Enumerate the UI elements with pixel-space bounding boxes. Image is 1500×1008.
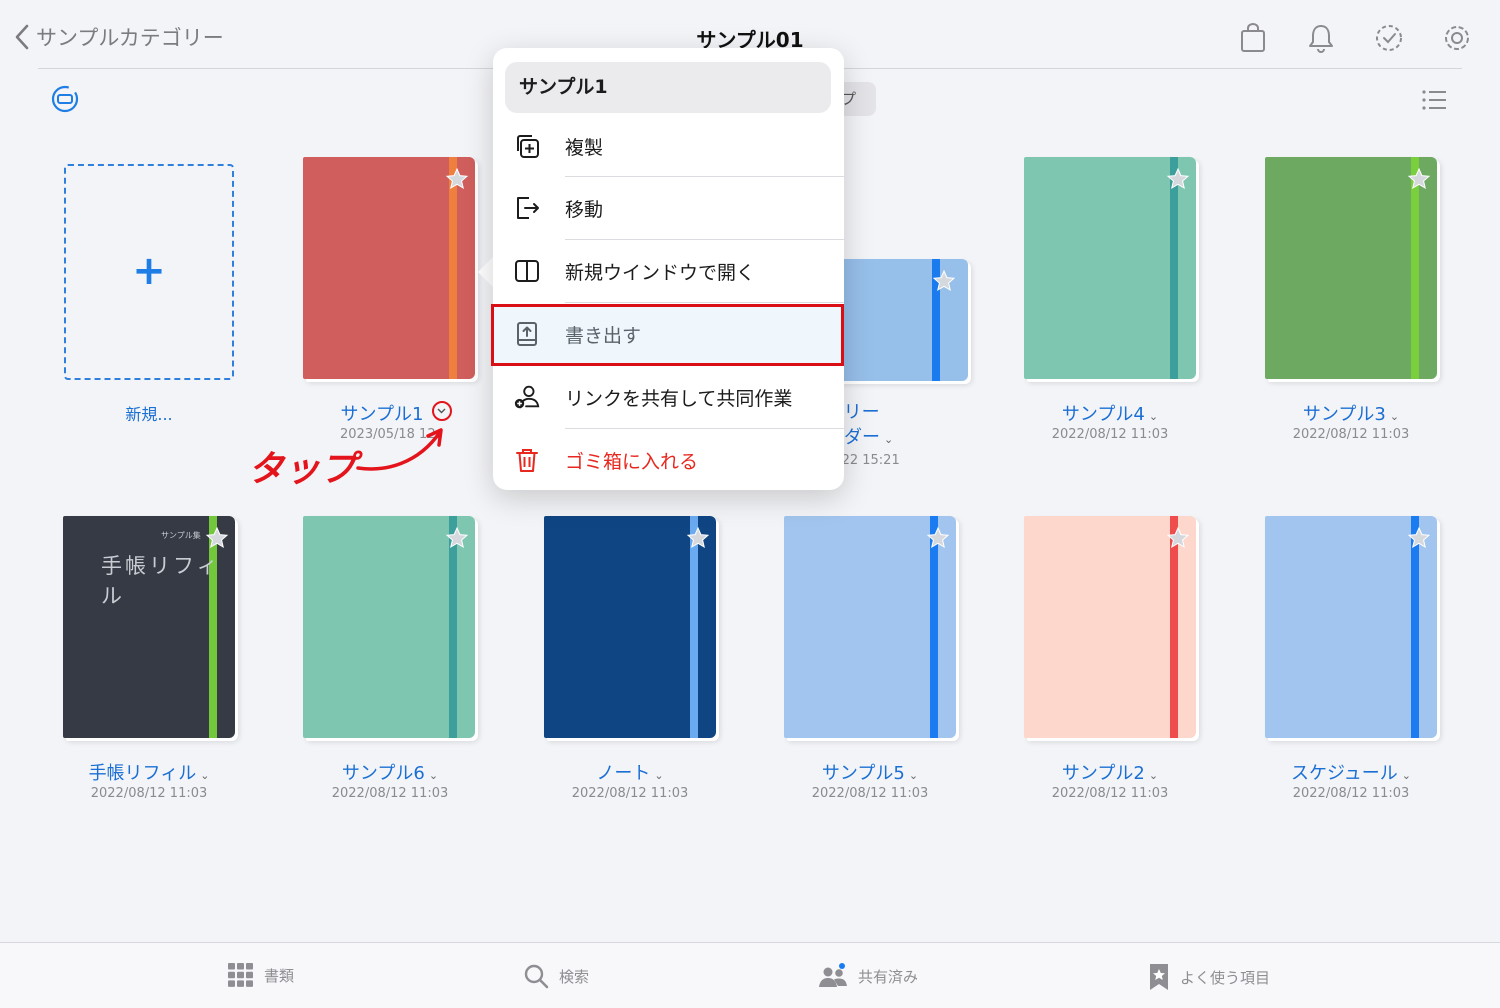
tab-shared[interactable]: 共有済み: [818, 963, 918, 989]
context-menu: サンプル1 複製 移動 新規ウインドウで開く 書き出す リンクを共有して共同作業: [493, 48, 844, 490]
book-schedule[interactable]: [1265, 516, 1443, 742]
list-view-icon[interactable]: [1420, 86, 1448, 114]
book-date: 2022/08/12 11:03: [1051, 427, 1169, 442]
book-name: スケジュール: [1291, 763, 1398, 784]
chevron-down-icon[interactable]: ⌄: [1149, 769, 1158, 782]
book-date: 2022/08/12 11:03: [811, 786, 929, 801]
tab-label: よく使う項目: [1180, 968, 1271, 987]
book-note[interactable]: [544, 516, 722, 742]
new-document-label[interactable]: 新規...: [64, 401, 234, 425]
book-date: 2022/08/12 11:03: [331, 786, 449, 801]
tab-label: 書類: [264, 966, 295, 985]
cover-small-text: サンプル集: [161, 531, 201, 540]
book-name: サンプル6: [341, 763, 425, 784]
chevron-down-icon: [437, 408, 446, 414]
chevron-down-icon[interactable]: ⌄: [654, 769, 663, 782]
book-date: 2022/08/12 11:03: [1292, 786, 1410, 801]
star-icon[interactable]: [205, 526, 229, 550]
menu-item-label: 移動: [565, 198, 604, 221]
select-mode-icon[interactable]: [50, 84, 80, 114]
menu-item-label: 複製: [565, 136, 604, 159]
star-icon[interactable]: [926, 526, 950, 550]
book-label[interactable]: スケジュール ⌄ 2022/08/12 11:03: [1241, 759, 1461, 801]
bookmark-star-icon: [1148, 963, 1170, 991]
book-sample5[interactable]: [784, 516, 962, 742]
book-sample1[interactable]: [303, 157, 481, 383]
star-icon[interactable]: [932, 269, 956, 293]
menu-item-trash[interactable]: ゴミ箱に入れる: [493, 429, 844, 491]
chevron-down-icon[interactable]: ⌄: [1402, 769, 1411, 782]
tab-label: 検索: [559, 967, 590, 986]
book-sample4[interactable]: [1024, 157, 1202, 383]
star-icon[interactable]: [1407, 526, 1431, 550]
menu-item-label: 新規ウインドウで開く: [565, 261, 756, 284]
menu-item-label: ゴミ箱に入れる: [565, 450, 699, 473]
annotation-arrow: [356, 428, 443, 471]
search-icon: [523, 963, 549, 989]
chevron-down-icon[interactable]: ⌄: [884, 433, 893, 446]
duplicate-icon: [513, 132, 541, 160]
menu-item-new-window[interactable]: 新規ウインドウで開く: [493, 240, 844, 302]
chevron-down-icon[interactable]: ⌄: [1149, 410, 1158, 423]
menu-caret: [478, 256, 494, 288]
book-name: サンプル4: [1061, 404, 1145, 425]
book-date: 2022/08/12 11:03: [90, 786, 208, 801]
menu-item-label: リンクを共有して共同作業: [565, 387, 793, 410]
new-window-icon: [513, 257, 541, 285]
book-label[interactable]: サンプル6 ⌄ 2022/08/12 11:03: [280, 759, 500, 801]
book-label[interactable]: ノート ⌄ 2022/08/12 11:03: [520, 759, 740, 801]
trash-icon: [513, 446, 541, 474]
menu-header: サンプル1: [505, 62, 831, 113]
star-icon[interactable]: [445, 167, 469, 191]
gear-icon[interactable]: [1438, 20, 1476, 56]
check-circle-icon[interactable]: [1370, 20, 1408, 56]
book-label[interactable]: サンプル3 ⌄ 2022/08/12 11:03: [1241, 400, 1461, 442]
book-label[interactable]: サンプル5 ⌄ 2022/08/12 11:03: [760, 759, 980, 801]
book-sample3[interactable]: [1265, 157, 1443, 383]
book-date: 2022/08/12 11:03: [571, 786, 689, 801]
book-date: 2022/08/12 11:03: [1292, 427, 1410, 442]
star-icon[interactable]: [1407, 167, 1431, 191]
bell-icon[interactable]: [1302, 20, 1340, 56]
menu-item-duplicate[interactable]: 複製: [493, 115, 844, 177]
tab-search[interactable]: 検索: [523, 963, 589, 989]
new-document-tile[interactable]: +: [64, 164, 234, 380]
book-name: 手帳リフィル: [88, 763, 197, 784]
grid-icon: [228, 963, 254, 987]
book-techo-refill[interactable]: 手帳リフィル サンプル集: [63, 516, 241, 742]
export-highlight-box: [491, 304, 844, 366]
chevron-down-icon[interactable]: ⌄: [909, 769, 918, 782]
tab-documents[interactable]: 書類: [228, 963, 294, 987]
chevron-down-icon[interactable]: ⌄: [200, 769, 209, 782]
star-icon[interactable]: [1166, 167, 1190, 191]
star-icon[interactable]: [1166, 526, 1190, 550]
chevron-down-icon[interactable]: ⌄: [1390, 410, 1399, 423]
book-name: サンプル5: [821, 763, 905, 784]
people-icon: [818, 963, 848, 989]
tab-label: 共有済み: [858, 967, 919, 986]
bag-icon[interactable]: [1234, 20, 1272, 56]
share-collaborate-icon: [513, 383, 541, 411]
plus-icon: +: [132, 248, 166, 294]
tab-bar: 書類 検索 共有済み よく使う項目: [0, 942, 1500, 1008]
star-icon[interactable]: [445, 526, 469, 550]
book-name: サンプル3: [1302, 404, 1386, 425]
menu-item-move[interactable]: 移動: [493, 177, 844, 239]
book-sample2[interactable]: [1024, 516, 1202, 742]
move-icon: [513, 194, 541, 222]
chevron-down-icon[interactable]: ⌄: [429, 769, 438, 782]
book-sample6[interactable]: [303, 516, 481, 742]
book-label[interactable]: サンプル2 ⌄ 2022/08/12 11:03: [1000, 759, 1220, 801]
book-label[interactable]: サンプル4 ⌄ 2022/08/12 11:03: [1000, 400, 1220, 442]
menu-item-share-link[interactable]: リンクを共有して共同作業: [493, 366, 844, 428]
star-icon[interactable]: [686, 526, 710, 550]
tab-favorites[interactable]: よく使う項目: [1148, 963, 1270, 991]
book-name: サンプル2: [1061, 763, 1145, 784]
cover-handwriting: 手帳リフィル: [101, 554, 221, 608]
book-name: ノート: [596, 763, 651, 784]
book-label[interactable]: 手帳リフィル ⌄ 2022/08/12 11:03: [39, 759, 259, 801]
tap-highlight-ring[interactable]: [432, 401, 452, 421]
book-date: 2022/08/12 11:03: [1051, 786, 1169, 801]
